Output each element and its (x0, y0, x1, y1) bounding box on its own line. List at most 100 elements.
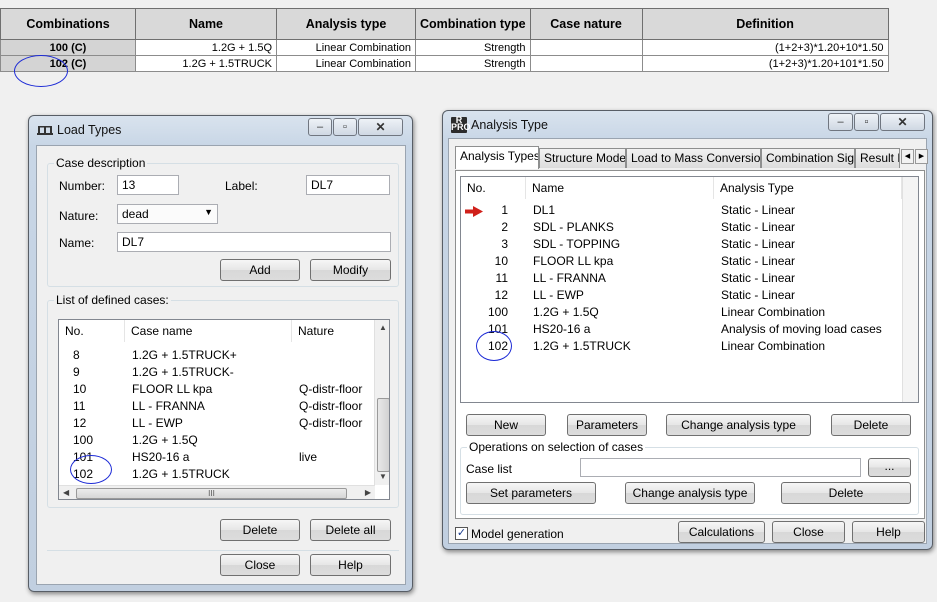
vertical-scrollbar[interactable]: ▲ ▼ (374, 320, 389, 485)
scroll-down-icon[interactable]: ▼ (375, 472, 389, 481)
combination-id[interactable]: 100 (C) (0, 39, 136, 56)
list-item[interactable]: 9 1.2G + 1.5TRUCK- (59, 364, 375, 381)
case-name: 1.2G + 1.5TRUCK- (132, 365, 234, 379)
case-number: 9 (73, 365, 80, 379)
horizontal-scroll-thumb[interactable]: III (76, 488, 347, 499)
list-item[interactable]: 3 SDL - TOPPING Static - Linear (461, 236, 902, 253)
list-item[interactable]: 102 1.2G + 1.5TRUCK Linear Combination (461, 338, 902, 355)
close-button[interactable]: Close (772, 521, 845, 543)
close-button[interactable]: Close (220, 554, 300, 576)
case-number: 12 (73, 416, 87, 430)
vertical-scrollbar[interactable] (902, 177, 918, 402)
delete-button[interactable]: Delete (831, 414, 911, 436)
calculations-button[interactable]: Calculations (678, 521, 765, 543)
list-item[interactable]: 10 FLOOR LL kpa Q-distr-floor (59, 381, 375, 398)
case-name: LL - FRANNA (132, 399, 205, 413)
header-combination-type[interactable]: Combination type (415, 8, 531, 40)
combination-definition[interactable]: (1+2+3)*1.20+10*1.50 (641, 39, 889, 56)
case-number: 10 (73, 382, 87, 396)
label-label: Label: (225, 179, 258, 193)
list-item[interactable]: 2 SDL - PLANKS Static - Linear (461, 219, 902, 236)
case-name: 1.2G + 1.5TRUCK+ (132, 348, 237, 362)
maximize-icon[interactable]: ▫ (333, 118, 357, 136)
combination-type[interactable]: Strength (415, 55, 531, 72)
load-types-client: Case description Number: 13 Label: DL7 N… (36, 145, 406, 585)
change-analysis-type-selection-button[interactable]: Change analysis type (625, 482, 755, 504)
header-analysis-type[interactable]: Analysis type (276, 8, 416, 40)
tab-result[interactable]: Result F (855, 148, 900, 168)
header-case-nature[interactable]: Case nature (529, 8, 643, 40)
case-name: 1.2G + 1.5Q (533, 305, 599, 319)
list-item[interactable]: 12 LL - EWP Q-distr-floor (59, 415, 375, 432)
help-button[interactable]: Help (852, 521, 925, 543)
set-parameters-button[interactable]: Set parameters (466, 482, 596, 504)
maximize-icon[interactable]: ▫ (854, 113, 879, 131)
scroll-thumb[interactable] (377, 398, 389, 472)
minimize-icon[interactable]: ‒ (308, 118, 332, 136)
browse-button[interactable]: ... (868, 458, 911, 477)
tab-analysis-types[interactable]: Analysis Types (455, 146, 539, 169)
scroll-right-icon[interactable]: ▶ (365, 488, 371, 497)
add-button[interactable]: Add (220, 259, 300, 281)
horizontal-scrollbar[interactable]: ◀ III ▶ (59, 485, 375, 499)
list-item[interactable]: 100 1.2G + 1.5Q (59, 432, 375, 449)
scroll-up-icon[interactable]: ▲ (375, 323, 389, 332)
nature-select[interactable]: dead ▼ (117, 204, 218, 224)
combination-definition[interactable]: (1+2+3)*1.20+101*1.50 (641, 55, 889, 72)
number-field[interactable]: 13 (117, 175, 179, 195)
combination-type[interactable]: Strength (415, 39, 531, 56)
load-types-title: Load Types (57, 123, 122, 137)
list-item[interactable]: 11 LL - FRANNA Q-distr-floor (59, 398, 375, 415)
list-item[interactable]: 11 LL - FRANNA Static - Linear (461, 270, 902, 287)
combination-analysis-type[interactable]: Linear Combination (276, 39, 416, 56)
close-icon[interactable]: ✕ (880, 113, 925, 131)
modify-button[interactable]: Modify (310, 259, 391, 281)
header-definition[interactable]: Definition (641, 8, 889, 40)
list-item[interactable]: 100 1.2G + 1.5Q Linear Combination (461, 304, 902, 321)
case-name: FLOOR LL kpa (132, 382, 213, 396)
analysis-cases-list[interactable]: No. Name Analysis Type 1 DL1 Static - Line… (460, 176, 919, 403)
nature-label: Nature: (59, 209, 99, 223)
combination-name[interactable]: 1.2G + 1.5TRUCK (135, 55, 277, 72)
delete-all-button[interactable]: Delete all (310, 519, 391, 541)
name-field[interactable]: DL7 (117, 232, 391, 252)
list-item[interactable]: 1 DL1 Static - Linear (461, 202, 902, 219)
case-number: 10 (494, 254, 508, 268)
label-field[interactable]: DL7 (306, 175, 390, 195)
case-nature: Q-distr-floor (299, 382, 363, 396)
close-icon[interactable]: ✕ (358, 118, 403, 136)
new-button[interactable]: New (466, 414, 546, 436)
delete-button[interactable]: Delete (220, 519, 300, 541)
list-item[interactable]: 8 1.2G + 1.5TRUCK+ (59, 347, 375, 364)
combinations-table: Combinations Name Analysis type Combinat… (0, 8, 889, 72)
combination-case-nature[interactable] (529, 39, 643, 56)
combination-name[interactable]: 1.2G + 1.5Q (135, 39, 277, 56)
tab-load-to-mass-conversion[interactable]: Load to Mass Conversion (626, 148, 761, 168)
case-analysis-type: Analysis of moving load cases (721, 322, 882, 336)
tab-scroll-right-icon[interactable]: ▶ (915, 149, 928, 164)
table-row[interactable]: 102 (C) 1.2G + 1.5TRUCK Linear Combinati… (0, 55, 889, 72)
parameters-button[interactable]: Parameters (567, 414, 647, 436)
case-name: DL1 (533, 203, 556, 217)
header-name[interactable]: Name (135, 8, 277, 40)
table-row[interactable]: 100 (C) 1.2G + 1.5Q Linear Combination S… (0, 39, 889, 56)
delete-selection-button[interactable]: Delete (781, 482, 911, 504)
case-list-field[interactable] (580, 458, 861, 477)
case-list-label: Case list (466, 462, 513, 476)
combination-analysis-type[interactable]: Linear Combination (276, 55, 416, 72)
list-item[interactable]: 101 HS20-16 a Analysis of moving load case… (461, 321, 902, 338)
change-analysis-type-button[interactable]: Change analysis type (666, 414, 811, 436)
case-number: 100 (73, 433, 94, 447)
combination-case-nature[interactable] (529, 55, 643, 72)
header-combinations[interactable]: Combinations (0, 8, 136, 40)
help-button[interactable]: Help (310, 554, 391, 576)
tab-structure-model[interactable]: Structure Model (539, 148, 626, 168)
tab-scroll-left-icon[interactable]: ◀ (901, 149, 914, 164)
minimize-icon[interactable]: ‒ (828, 113, 853, 131)
list-item[interactable]: 10 FLOOR LL kpa Static - Linear (461, 253, 902, 270)
case-analysis-type: Static - Linear (721, 254, 796, 268)
list-item[interactable]: 12 LL - EWP Static - Linear (461, 287, 902, 304)
scroll-left-icon[interactable]: ◀ (63, 488, 69, 497)
model-generation-checkbox[interactable]: ✓ (455, 527, 468, 540)
tab-combination-sign[interactable]: Combination Sign (761, 148, 855, 168)
